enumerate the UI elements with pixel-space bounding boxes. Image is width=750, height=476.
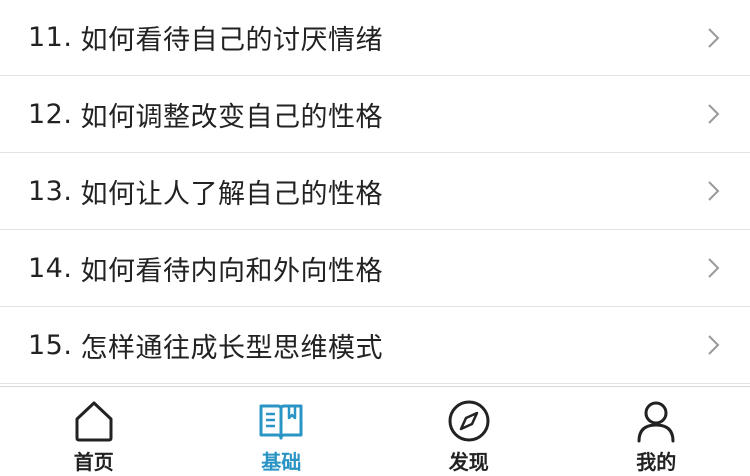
chevron-right-icon [708,104,720,124]
list-item-label: 14. 如何看待内向和外向性格 [28,230,383,306]
chevron-right-icon [708,335,720,355]
list-item[interactable]: 12. 如何调整改变自己的性格 [0,76,750,153]
book-icon [259,404,303,440]
list-item-number: 13. [28,175,73,207]
tab-discover-label: 发现 [448,450,489,474]
list-item-number: 11. [28,22,73,53]
list-item-label: 15. 怎样通往成长型思维模式 [28,307,383,383]
list-item[interactable]: 14. 如何看待内向和外向性格 [0,230,750,307]
list-item-label: 11. 如何看待自己的讨厌情绪 [28,0,383,75]
user-icon [637,401,675,443]
tab-mine[interactable]: 我的 [563,387,750,476]
list-item-number: 12. [28,98,73,130]
tab-discover[interactable]: 发现 [375,387,563,476]
list-item-title: 如何让人了解自己的性格 [80,178,383,210]
list-item-number: 15. [28,329,73,361]
list-item-label: 13. 如何让人了解自己的性格 [28,153,383,229]
list-item-title: 如何看待内向和外向性格 [80,255,383,287]
list-item-label: 12. 如何调整改变自己的性格 [28,76,383,152]
chevron-right-icon [708,181,720,201]
list-item-title: 如何调整改变自己的性格 [80,101,383,133]
tab-mine-label: 我的 [636,450,677,474]
list-item-title: 如何看待自己的讨厌情绪 [80,25,383,56]
tab-home-label: 首页 [73,450,114,474]
compass-icon [448,400,490,442]
tab-basics[interactable]: 基础 [188,387,376,476]
tab-home[interactable]: 首页 [0,387,188,476]
list-item-number: 14. [28,252,73,284]
list-item[interactable]: 11. 如何看待自己的讨厌情绪 [0,0,750,76]
list-item-title: 怎样通往成长型思维模式 [80,332,383,364]
chevron-right-icon [708,258,720,278]
tab-basics-label: 基础 [261,450,302,474]
bottom-tab-bar: 首页 基础 发现 我的 [0,386,750,476]
home-icon [75,401,113,442]
list-item[interactable]: 15. 怎样通往成长型思维模式 [0,307,750,384]
topic-list: 11. 如何看待自己的讨厌情绪 12. 如何调整改变自己的性格 13. 如何让人… [0,0,750,384]
list-item[interactable]: 13. 如何让人了解自己的性格 [0,153,750,230]
chevron-right-icon [708,27,720,48]
